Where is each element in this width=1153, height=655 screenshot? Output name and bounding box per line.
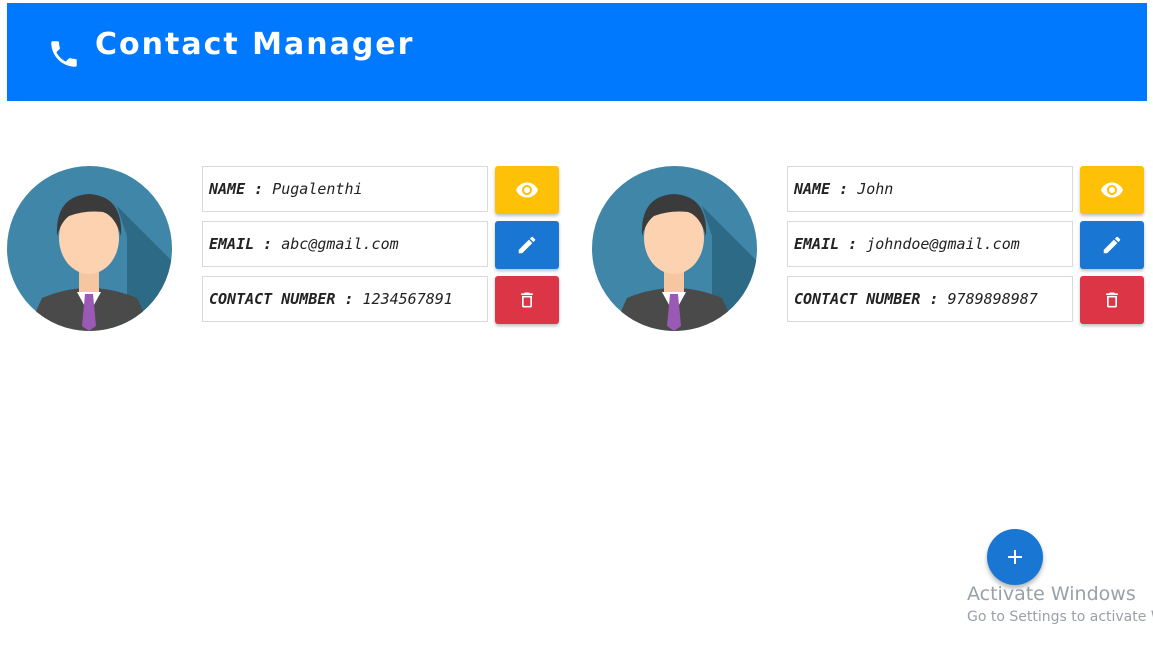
phone-label: CONTACT NUMBER :	[209, 290, 354, 308]
view-button[interactable]	[1080, 166, 1144, 214]
email-label: EMAIL :	[794, 235, 858, 253]
email-value: johndoe@gmail.com	[866, 235, 1020, 253]
trash-icon	[521, 292, 533, 308]
contact-card: NAME : John EMAIL : johndoe@gmail.com CO…	[592, 166, 1152, 336]
delete-button[interactable]	[495, 276, 559, 324]
plus-icon	[1008, 550, 1022, 564]
contact-name-field: NAME : Pugalenthi	[202, 166, 488, 212]
contact-email-field: EMAIL : johndoe@gmail.com	[787, 221, 1073, 267]
email-label: EMAIL :	[209, 235, 273, 253]
person-avatar	[592, 166, 757, 331]
contact-email-field: EMAIL : abc@gmail.com	[202, 221, 488, 267]
view-button[interactable]	[495, 166, 559, 214]
contact-phone-field: CONTACT NUMBER : 9789898987	[787, 276, 1073, 322]
name-value: Pugalenthi	[272, 180, 363, 198]
edit-button[interactable]	[495, 221, 559, 269]
phone-value: 9789898987	[947, 290, 1038, 308]
phone-icon	[51, 41, 77, 67]
person-avatar	[7, 166, 172, 331]
email-value: abc@gmail.com	[281, 235, 399, 253]
edit-button[interactable]	[1080, 221, 1144, 269]
pencil-icon	[1103, 236, 1121, 254]
contact-phone-field: CONTACT NUMBER : 1234567891	[202, 276, 488, 322]
add-contact-button[interactable]	[987, 529, 1043, 585]
watermark-subtitle: Go to Settings to activate W	[967, 609, 1153, 625]
pencil-icon	[518, 236, 536, 254]
activation-watermark: Activate Windows Go to Settings to activ…	[967, 583, 1153, 625]
contact-name-field: NAME : John	[787, 166, 1073, 212]
phone-label: CONTACT NUMBER :	[794, 290, 939, 308]
phone-value: 1234567891	[362, 290, 453, 308]
name-label: NAME :	[209, 180, 264, 198]
eye-icon	[516, 182, 538, 198]
app-title: Contact Manager	[95, 27, 415, 62]
name-value: John	[857, 180, 894, 198]
eye-icon	[1101, 182, 1123, 198]
name-label: NAME :	[794, 180, 849, 198]
app-header: Contact Manager	[7, 3, 1147, 101]
delete-button[interactable]	[1080, 276, 1144, 324]
contact-card: NAME : Pugalenthi EMAIL : abc@gmail.com …	[7, 166, 567, 336]
trash-icon	[1106, 292, 1118, 308]
watermark-title: Activate Windows	[967, 583, 1136, 605]
